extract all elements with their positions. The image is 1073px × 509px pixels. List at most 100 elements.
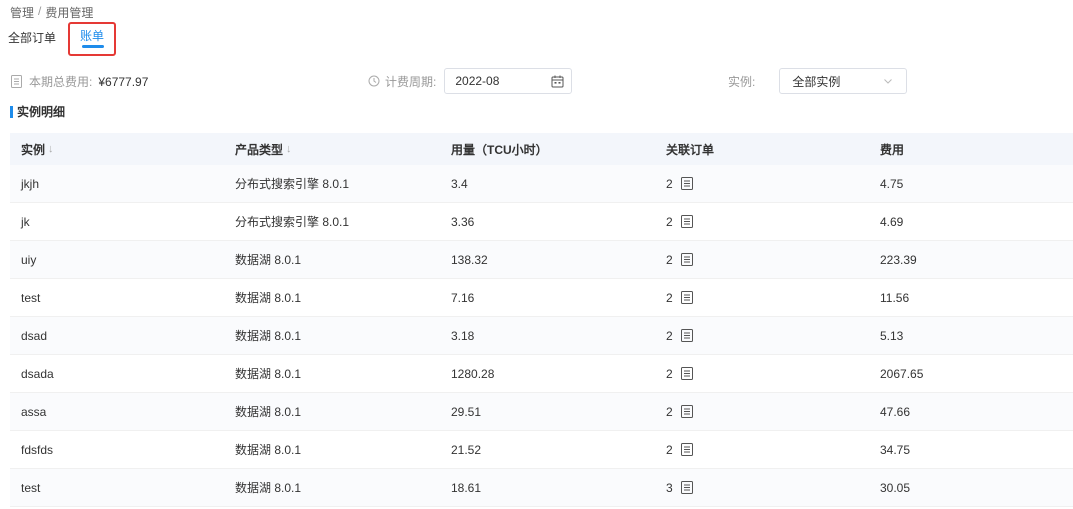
cell-related-order-text: 2	[666, 214, 673, 229]
cell-related-order[interactable]: 2	[655, 253, 869, 267]
total-cost-value: ¥6777.97	[98, 74, 149, 89]
cell-related-order-text: 2	[666, 328, 673, 343]
cell-instance-text: dsad	[21, 328, 48, 343]
tab-all-orders[interactable]: 全部订单	[8, 26, 56, 60]
cell-product-type: 数据湖 8.0.1	[224, 327, 440, 344]
cell-instance: dsada	[10, 367, 224, 381]
table-row: jk 分布式搜索引擎 8.0.1 3.36 2 4.69	[10, 203, 1073, 241]
cell-instance: test	[10, 481, 224, 495]
table-row: assa 数据湖 8.0.1 29.51 2 47.66	[10, 393, 1073, 431]
cell-product-type: 分布式搜索引擎 8.0.1	[224, 175, 440, 192]
cell-product-type-text: 数据湖 8.0.1	[235, 405, 302, 419]
cell-usage-text: 3.18	[451, 328, 475, 343]
cell-usage-text: 138.32	[451, 252, 488, 267]
billing-period-value: 2022-08	[455, 74, 500, 88]
instance-select[interactable]: 全部实例	[779, 68, 908, 94]
cell-instance-text: assa	[21, 404, 47, 419]
cell-cost: 5.13	[869, 329, 1073, 343]
cell-product-type-text: 分布式搜索引擎 8.0.1	[235, 177, 350, 191]
order-document-icon[interactable]	[680, 405, 693, 418]
cell-cost-text: 4.69	[880, 214, 904, 229]
cell-instance-text: test	[21, 480, 41, 495]
column-header-instance[interactable]: 实例 ↓	[10, 141, 224, 158]
header-label: 关联订单	[666, 142, 715, 157]
sort-icon[interactable]: ↓	[48, 143, 54, 155]
cell-cost-text: 30.05	[880, 480, 911, 495]
table-row: uiy 数据湖 8.0.1 138.32 2 223.39	[10, 241, 1073, 279]
cell-usage-text: 7.16	[451, 290, 475, 305]
clock-icon	[368, 75, 380, 87]
cell-related-order[interactable]: 2	[655, 443, 869, 457]
cell-cost-text: 4.75	[880, 176, 904, 191]
cell-usage: 3.4	[440, 177, 655, 191]
cell-product-type: 数据湖 8.0.1	[224, 441, 440, 458]
column-header-product-type[interactable]: 产品类型 ↓	[224, 141, 440, 158]
total-cost-label: 本期总费用:	[29, 75, 93, 89]
tab-bill[interactable]: 账单	[68, 22, 117, 56]
cell-cost: 2067.65	[869, 367, 1073, 381]
cell-instance-text: test	[21, 290, 41, 305]
cell-related-order[interactable]: 3	[655, 481, 869, 495]
cell-usage-text: 3.36	[451, 214, 475, 229]
order-document-icon[interactable]	[680, 329, 693, 342]
billing-page: 管理 / 费用管理 全部订单 账单 本期总费用: ¥6777.97 计费周期: …	[0, 0, 1073, 509]
cell-product-type-text: 数据湖 8.0.1	[235, 481, 302, 495]
cell-instance-text: fdsfds	[21, 442, 54, 457]
cell-usage: 3.36	[440, 215, 655, 229]
cell-related-order-text: 2	[666, 252, 673, 267]
cell-related-order-text: 2	[666, 404, 673, 419]
cell-instance-text: jkjh	[21, 176, 40, 191]
cell-cost-text: 5.13	[880, 328, 904, 343]
order-document-icon[interactable]	[680, 443, 693, 456]
cell-usage: 3.18	[440, 329, 655, 343]
cell-product-type: 数据湖 8.0.1	[224, 289, 440, 306]
cell-product-type-text: 数据湖 8.0.1	[235, 443, 302, 457]
tabs: 全部订单 账单	[8, 22, 117, 60]
cell-related-order[interactable]: 2	[655, 177, 869, 191]
cell-usage-text: 29.51	[451, 404, 482, 419]
cell-related-order[interactable]: 2	[655, 405, 869, 419]
document-icon	[11, 75, 22, 88]
cell-instance: assa	[10, 405, 224, 419]
cell-related-order[interactable]: 2	[655, 215, 869, 229]
order-document-icon[interactable]	[680, 253, 693, 266]
order-document-icon[interactable]	[680, 291, 693, 304]
cell-instance: dsad	[10, 329, 224, 343]
cell-related-order[interactable]: 2	[655, 367, 869, 381]
cell-related-order[interactable]: 2	[655, 291, 869, 305]
cell-usage: 1280.28	[440, 367, 655, 381]
billing-period-label: 计费周期:	[368, 73, 436, 90]
breadcrumb-root[interactable]: 管理	[10, 4, 34, 21]
calendar-icon[interactable]	[551, 75, 564, 88]
section-title: 实例明细	[10, 106, 65, 118]
table-row: fdsfds 数据湖 8.0.1 21.52 2 34.75	[10, 431, 1073, 469]
chevron-down-icon	[884, 78, 893, 84]
order-document-icon[interactable]	[680, 367, 693, 380]
cell-usage: 138.32	[440, 253, 655, 267]
cell-product-type: 数据湖 8.0.1	[224, 403, 440, 420]
order-document-icon[interactable]	[680, 215, 693, 228]
cell-cost: 47.66	[869, 405, 1073, 419]
cell-cost-text: 223.39	[880, 252, 917, 267]
order-document-icon[interactable]	[680, 177, 693, 190]
cell-related-order[interactable]: 2	[655, 329, 869, 343]
cell-usage: 18.61	[440, 481, 655, 495]
instance-table: 实例 ↓ 产品类型 ↓ 用量（TCU小时） 关联订单 费用 jkjh 分布式搜索引…	[10, 133, 1073, 507]
cell-product-type-text: 数据湖 8.0.1	[235, 253, 302, 267]
cell-product-type: 数据湖 8.0.1	[224, 479, 440, 496]
instance-select-value: 全部实例	[792, 74, 841, 89]
table-row: dsad 数据湖 8.0.1 3.18 2 5.13	[10, 317, 1073, 355]
cell-product-type: 数据湖 8.0.1	[224, 365, 440, 382]
cell-instance: uiy	[10, 253, 224, 267]
tab-label: 全部订单	[8, 31, 57, 45]
column-header-cost: 费用	[869, 141, 1073, 158]
column-header-usage: 用量（TCU小时）	[440, 141, 655, 158]
cell-usage: 21.52	[440, 443, 655, 457]
order-document-icon[interactable]	[680, 481, 693, 494]
cell-usage-text: 21.52	[451, 442, 482, 457]
sort-icon[interactable]: ↓	[286, 143, 292, 155]
table-row: dsada 数据湖 8.0.1 1280.28 2 2067.65	[10, 355, 1073, 393]
table-header: 实例 ↓ 产品类型 ↓ 用量（TCU小时） 关联订单 费用	[10, 133, 1073, 165]
billing-period-picker[interactable]: 2022-08	[444, 68, 573, 94]
table-row: test 数据湖 8.0.1 18.61 3 30.05	[10, 469, 1073, 507]
